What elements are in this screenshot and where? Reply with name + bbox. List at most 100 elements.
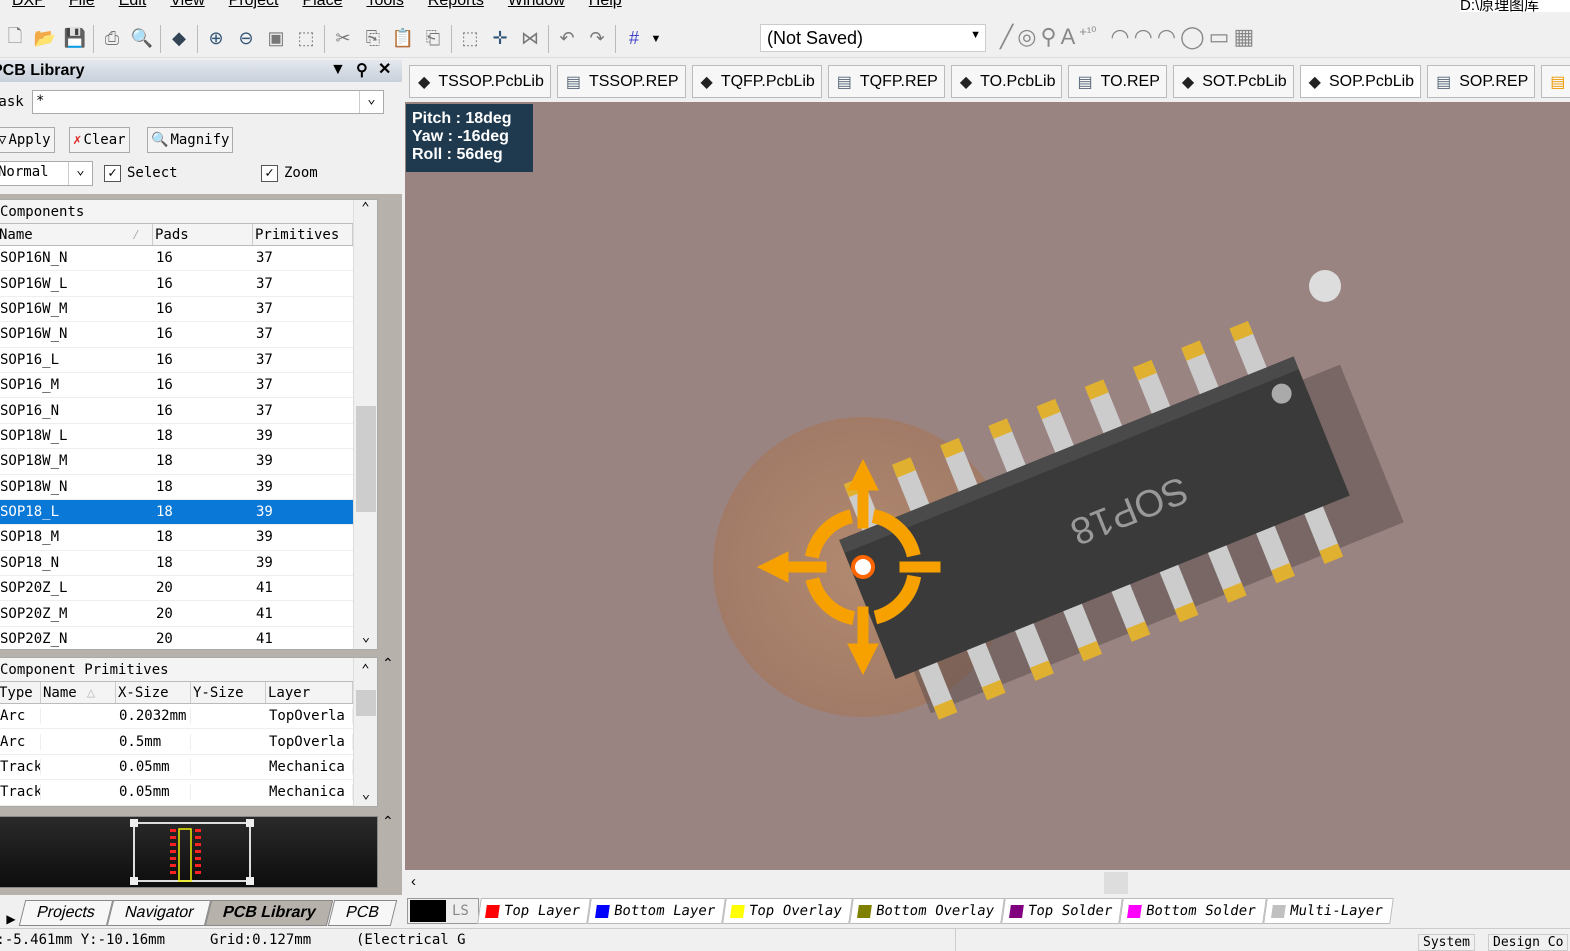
line-icon[interactable]: ╱ bbox=[1000, 24, 1013, 50]
table-row[interactable]: SOP16W_M 16 37 bbox=[0, 297, 353, 323]
panel-menu-icon[interactable]: ▼ bbox=[330, 61, 346, 79]
pin-icon[interactable]: ⚲ bbox=[356, 60, 368, 80]
layer-tab-bottom-overlay[interactable]: Bottom Overlay bbox=[848, 898, 1005, 924]
magnify-button[interactable]: 🔍 Magnify bbox=[147, 127, 234, 153]
column-header-pads[interactable]: Pads bbox=[153, 224, 253, 245]
undo-icon[interactable]: ↶ bbox=[552, 24, 582, 54]
table-row[interactable]: SOP18W_M 18 39 bbox=[0, 449, 353, 475]
table-row[interactable]: SOP18_M 18 39 bbox=[0, 525, 353, 551]
column-header-type[interactable]: Type bbox=[0, 682, 41, 703]
paste-icon[interactable]: 📋 bbox=[388, 24, 418, 54]
column-header-primitives[interactable]: Primitives bbox=[253, 224, 353, 245]
tab-tssop-rep[interactable]: ▤ TSSOP.REP bbox=[556, 65, 686, 98]
menu-tools[interactable]: Tools bbox=[354, 0, 415, 12]
tab-overflow[interactable]: ▤ bbox=[1541, 65, 1570, 98]
design-compiler-button[interactable]: Design Co bbox=[1488, 934, 1569, 951]
menu-dxp[interactable]: DXP bbox=[0, 0, 57, 12]
via-icon[interactable]: ⚲ bbox=[1040, 24, 1056, 50]
tab-tqfp-rep[interactable]: ▤ TQFP.REP bbox=[827, 65, 945, 98]
close-icon[interactable]: ✕ bbox=[378, 59, 391, 79]
column-header-name[interactable]: Name ⁄ bbox=[0, 224, 153, 245]
menu-place[interactable]: Place bbox=[290, 0, 354, 12]
collapse-icon[interactable]: ⌃ bbox=[382, 813, 394, 830]
menu-reports[interactable]: Reports bbox=[416, 0, 496, 12]
tab-pcb[interactable]: PCB bbox=[327, 900, 397, 926]
coordinate-icon[interactable]: +¹⁰ bbox=[1079, 24, 1096, 50]
menu-view[interactable]: View bbox=[158, 0, 216, 12]
layer-tab-multi-layer[interactable]: Multi-Layer bbox=[1262, 898, 1394, 924]
pad-icon[interactable]: ◎ bbox=[1017, 24, 1036, 50]
string-icon[interactable]: A bbox=[1061, 24, 1076, 50]
column-header-layer[interactable]: Layer bbox=[266, 682, 353, 703]
layer-tab-top-solder[interactable]: Top Solder bbox=[1000, 898, 1123, 924]
grid-icon[interactable]: # bbox=[619, 24, 649, 54]
mode-select[interactable]: Normal ⌄ bbox=[0, 161, 93, 186]
pcb-3d-view[interactable]: SOP18 bbox=[405, 102, 1570, 870]
table-row[interactable]: SOP18W_N 18 39 bbox=[0, 475, 353, 500]
scroll-thumb[interactable] bbox=[356, 406, 376, 512]
table-row[interactable]: SOP16_N 16 37 bbox=[0, 398, 353, 424]
layer-tab-bottom-layer[interactable]: Bottom Layer bbox=[587, 898, 726, 924]
table-row[interactable]: SOP16W_N 16 37 bbox=[0, 322, 353, 348]
tab-to-pcblib[interactable]: ◆ TO.PcbLib bbox=[950, 65, 1063, 98]
zoom-fit-icon[interactable]: ▣ bbox=[261, 24, 291, 54]
tab-sop-pcblib[interactable]: ◆ SOP.PcbLib bbox=[1299, 65, 1422, 98]
arc-any-icon[interactable]: ◠ bbox=[1157, 24, 1176, 50]
column-header-y-size[interactable]: Y-Size bbox=[191, 682, 266, 703]
chevron-down-icon[interactable]: ⌄ bbox=[359, 91, 383, 113]
table-row[interactable]: SOP20Z_M 20 41 bbox=[0, 601, 353, 627]
zoom-area-icon[interactable]: ⬚ bbox=[291, 24, 321, 54]
select-area-icon[interactable]: ⬚ bbox=[455, 24, 485, 54]
tab-sot-pcblib[interactable]: ◆ SOT.PcbLib bbox=[1172, 65, 1294, 98]
table-row[interactable]: Arc 0.5mm TopOverla bbox=[0, 729, 353, 755]
table-row[interactable]: SOP16_M 16 37 bbox=[0, 373, 353, 399]
table-row[interactable]: SOP20Z_N 20 41 bbox=[0, 627, 353, 649]
arc-edge-icon[interactable]: ◠ bbox=[1134, 24, 1153, 50]
menu-project[interactable]: Project bbox=[217, 0, 291, 12]
apply-button[interactable]: ▽ Apply bbox=[0, 127, 55, 153]
layer-tab-top-layer[interactable]: Top Layer bbox=[477, 898, 591, 924]
layer-tab-bottom-solder[interactable]: Bottom Solder bbox=[1119, 898, 1267, 924]
copy-icon[interactable]: ⎘ bbox=[358, 24, 388, 54]
deselect-icon[interactable]: ⋈ bbox=[515, 24, 545, 54]
table-row[interactable]: SOP16_L 16 37 bbox=[0, 348, 353, 373]
table-row[interactable]: Arc 0.2032mm TopOverla bbox=[0, 704, 353, 730]
scroll-thumb[interactable] bbox=[1104, 872, 1128, 894]
3d-view-icon[interactable]: ◆ bbox=[164, 24, 194, 54]
horizontal-scrollbar[interactable]: ‹ bbox=[405, 870, 1570, 896]
table-row[interactable]: SOP18_N 18 39 bbox=[0, 551, 353, 577]
components-scrollbar[interactable]: ⌃ ⌄ bbox=[353, 200, 377, 649]
print-preview-icon[interactable]: 🔍 bbox=[127, 24, 157, 54]
column-header-x-size[interactable]: X-Size bbox=[116, 682, 191, 703]
column-header-name[interactable]: Name △ bbox=[41, 682, 116, 703]
path-field[interactable]: D:\原理图库 bbox=[1460, 0, 1570, 12]
table-row[interactable]: Track 0.05mm Mechanica bbox=[0, 755, 353, 781]
zoom-checkbox[interactable]: ✓ Zoom bbox=[261, 165, 318, 182]
rubber-stamp-icon[interactable]: ⎗ bbox=[418, 24, 448, 54]
table-row[interactable]: Track 0.05mm Mechanica bbox=[0, 780, 353, 806]
tab-to-rep[interactable]: ▤ TO.REP bbox=[1068, 65, 1167, 98]
menu-file[interactable]: File bbox=[57, 0, 107, 12]
tab-navigator[interactable]: Navigator bbox=[106, 900, 212, 926]
fill-icon[interactable]: ▭ bbox=[1209, 24, 1230, 50]
table-row[interactable]: SOP16N_N 16 37 bbox=[0, 246, 353, 272]
menu-window[interactable]: Window bbox=[496, 0, 577, 12]
table-row[interactable]: SOP18_L 18 39 bbox=[0, 499, 353, 526]
new-icon[interactable]: 🗋 bbox=[0, 24, 30, 54]
open-icon[interactable]: 📂 bbox=[30, 24, 60, 54]
tab-tqfp-pcblib[interactable]: ◆ TQFP.PcbLib bbox=[691, 65, 822, 98]
zoom-in-icon[interactable]: ⊕ bbox=[201, 24, 231, 54]
grid-dropdown-icon[interactable]: ▼ bbox=[649, 24, 663, 54]
array-paste-icon[interactable]: ▦ bbox=[1233, 24, 1254, 50]
cut-icon[interactable]: ✂ bbox=[328, 24, 358, 54]
tab-pcb-library[interactable]: PCB Library bbox=[205, 900, 334, 926]
move-icon[interactable]: ✛ bbox=[485, 24, 515, 54]
scroll-left-icon[interactable]: ‹ bbox=[411, 873, 416, 890]
system-button[interactable]: System bbox=[1418, 934, 1475, 951]
tab-sop-rep[interactable]: ▤ SOP.REP bbox=[1427, 65, 1536, 98]
table-row[interactable]: SOP18W_L 18 39 bbox=[0, 424, 353, 450]
full-circle-icon[interactable]: ◯ bbox=[1180, 24, 1205, 50]
clear-button[interactable]: ✗ Clear bbox=[69, 127, 130, 153]
primitives-scrollbar[interactable]: ⌃ ⌄ bbox=[353, 658, 377, 806]
redo-icon[interactable]: ↷ bbox=[582, 24, 612, 54]
